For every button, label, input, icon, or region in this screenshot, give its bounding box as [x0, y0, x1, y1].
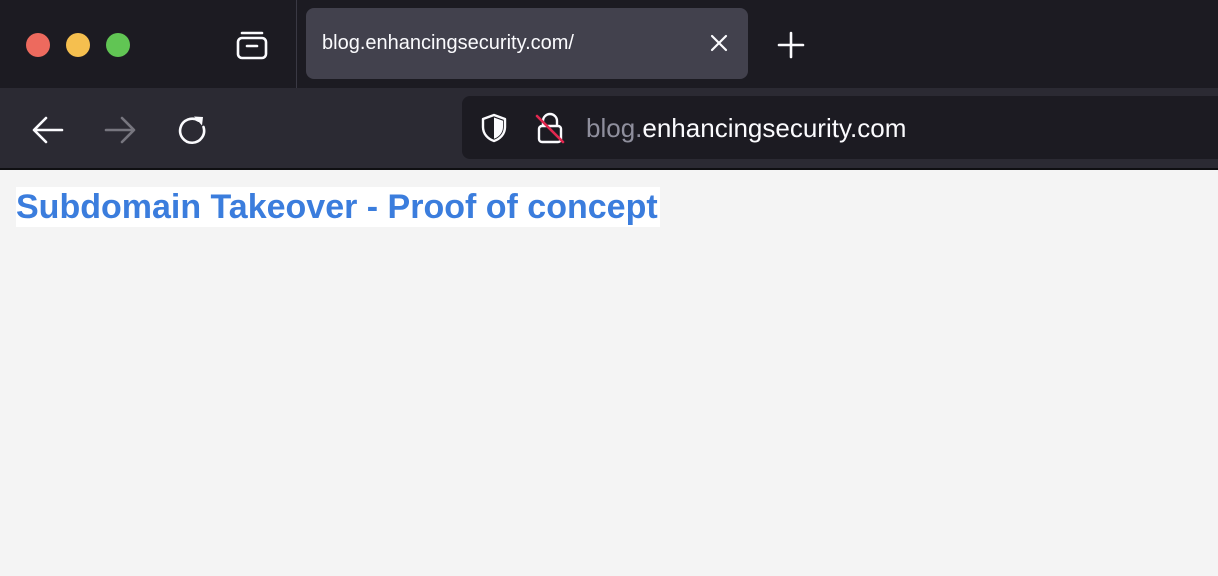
window-maximize-button[interactable] — [106, 33, 130, 57]
page-title: Subdomain Takeover - Proof of concept — [16, 187, 660, 227]
window-minimize-button[interactable] — [66, 33, 90, 57]
tab-divider — [296, 0, 297, 88]
tab-list-icon — [236, 31, 268, 60]
url-domain: enhancingsecurity.com — [642, 113, 907, 143]
tab-bar: blog.enhancingsecurity.com/ — [0, 0, 1218, 88]
address-bar[interactable]: blog.enhancingsecurity.com — [462, 96, 1218, 159]
navigation-toolbar: blog.enhancingsecurity.com — [0, 88, 1218, 168]
window-close-button[interactable] — [26, 33, 50, 57]
url-subdomain: blog. — [586, 113, 643, 143]
forward-button[interactable] — [98, 108, 142, 152]
back-button[interactable] — [26, 108, 70, 152]
arrow-right-icon — [104, 116, 136, 144]
plus-icon — [777, 31, 805, 59]
new-tab-button[interactable] — [770, 24, 812, 66]
tab-title: blog.enhancingsecurity.com/ — [322, 32, 574, 54]
reload-button[interactable] — [170, 108, 214, 152]
browser-window: blog.enhancingsecurity.com/ blog.enhanci… — [0, 0, 1218, 576]
reload-icon — [178, 116, 206, 145]
page-content: Subdomain Takeover - Proof of concept — [0, 170, 1218, 576]
shield-icon[interactable] — [478, 112, 510, 144]
arrow-left-icon — [32, 116, 64, 144]
tab-close-button[interactable] — [706, 30, 732, 56]
url-text[interactable]: blog.enhancingsecurity.com — [586, 113, 906, 144]
lock-insecure-icon[interactable] — [534, 111, 566, 145]
close-icon — [710, 34, 728, 52]
tab-list-button[interactable] — [228, 24, 276, 66]
tab-active[interactable]: blog.enhancingsecurity.com/ — [306, 8, 748, 79]
